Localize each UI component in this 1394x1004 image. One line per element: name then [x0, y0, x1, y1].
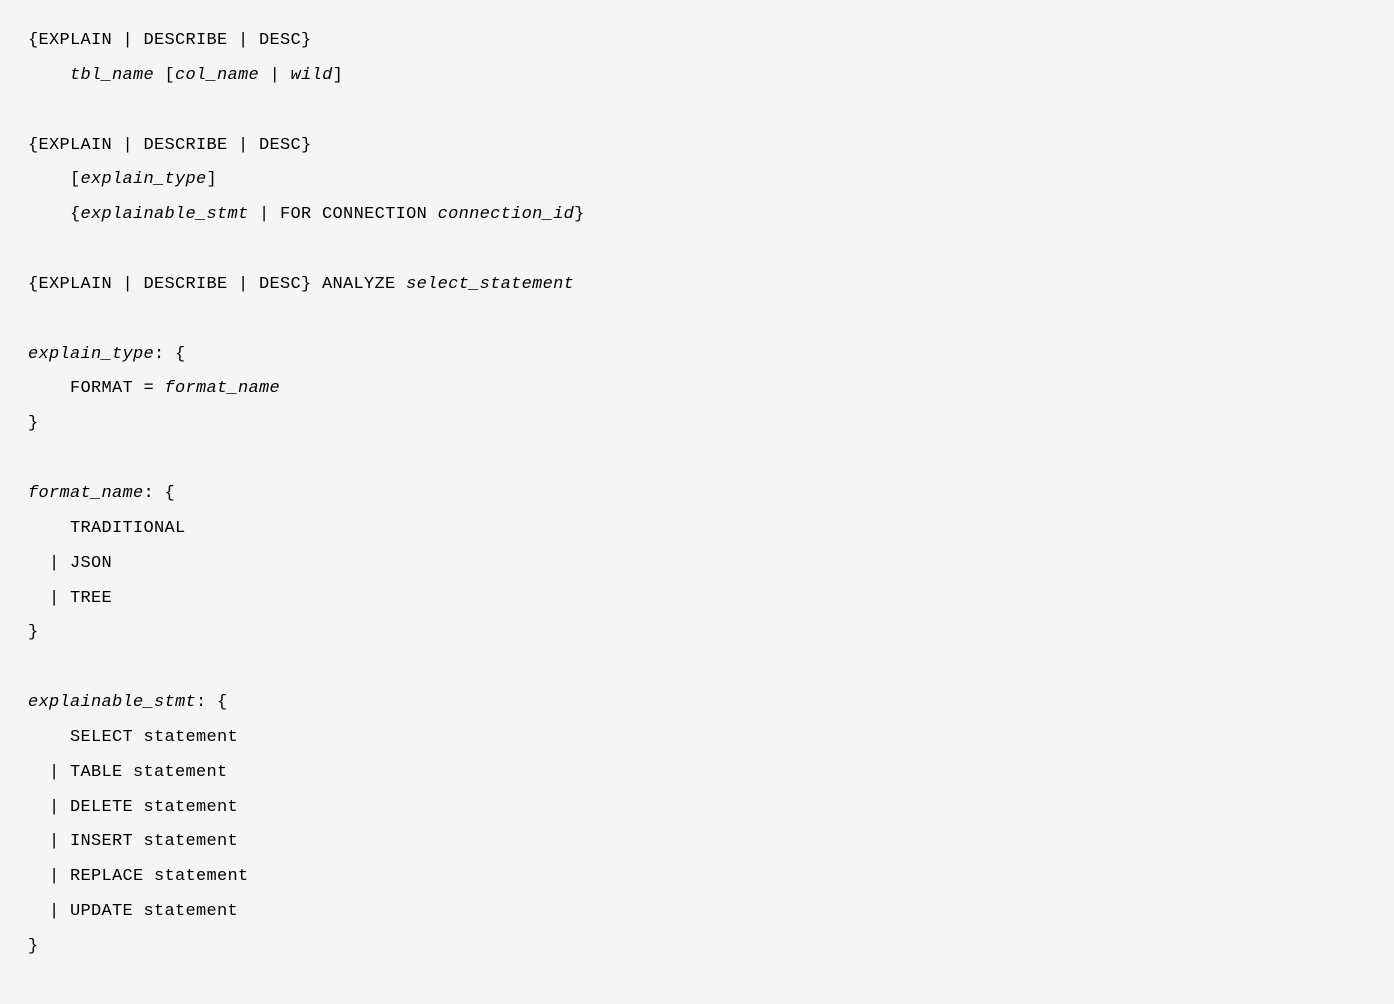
line-20-es: explainable_stmt: [28, 693, 196, 712]
line-1: {EXPLAIN | DESCRIBE | DESC}: [28, 31, 312, 50]
line-2-indent: [28, 66, 70, 85]
line-4: {EXPLAIN | DESCRIBE | DESC}: [28, 136, 312, 155]
line-8-sel: select_statement: [406, 275, 574, 294]
line-20-rest: : {: [196, 693, 228, 712]
line-2-rest: [: [154, 66, 175, 85]
line-6-conn: connection_id: [438, 205, 575, 224]
line-21: SELECT statement: [28, 728, 238, 747]
line-6-indent: {: [28, 205, 81, 224]
line-17: | TREE: [28, 589, 112, 608]
line-22: | TABLE statement: [28, 763, 228, 782]
line-10-rest: : {: [154, 345, 186, 364]
line-5-expl: explain_type: [81, 170, 207, 189]
line-5-close: ]: [207, 170, 218, 189]
line-11-fn: format_name: [165, 379, 281, 398]
line-6-close: }: [574, 205, 585, 224]
line-2-pipe: |: [259, 66, 291, 85]
line-11-indent: FORMAT =: [28, 379, 165, 398]
sql-syntax-block: {EXPLAIN | DESCRIBE | DESC} tbl_name [co…: [28, 24, 1366, 965]
line-16: | JSON: [28, 554, 112, 573]
line-2-col: col_name: [175, 66, 259, 85]
line-27: }: [28, 937, 39, 956]
line-23: | DELETE statement: [28, 798, 238, 817]
line-14-rest: : {: [144, 484, 176, 503]
line-2-close: ]: [333, 66, 344, 85]
line-14-fn: format_name: [28, 484, 144, 503]
line-12: }: [28, 414, 39, 433]
line-2-tbl: tbl_name: [70, 66, 154, 85]
line-26: | UPDATE statement: [28, 902, 238, 921]
line-25: | REPLACE statement: [28, 867, 249, 886]
line-2-wild: wild: [291, 66, 333, 85]
line-6-mid: | FOR CONNECTION: [249, 205, 438, 224]
line-10-et: explain_type: [28, 345, 154, 364]
line-6-stmt: explainable_stmt: [81, 205, 249, 224]
line-18: }: [28, 623, 39, 642]
line-5-indent: [: [28, 170, 81, 189]
line-15: TRADITIONAL: [28, 519, 186, 538]
line-24: | INSERT statement: [28, 832, 238, 851]
line-8-pre: {EXPLAIN | DESCRIBE | DESC} ANALYZE: [28, 275, 406, 294]
